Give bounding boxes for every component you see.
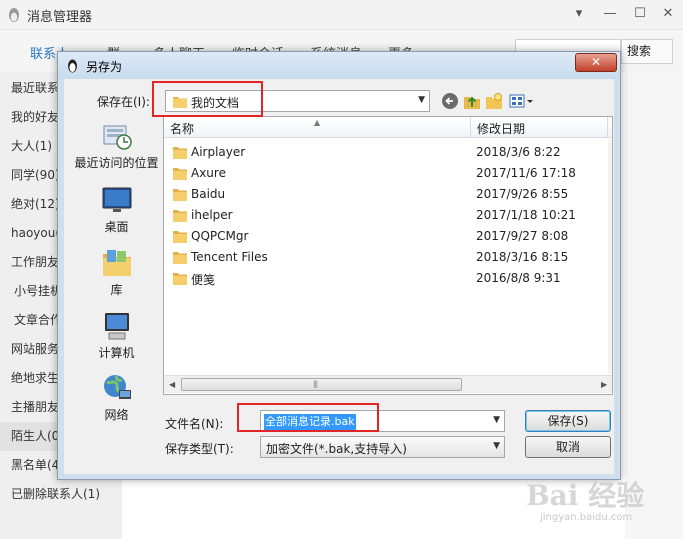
folder-icon [173,147,187,159]
place-label: 库 [110,283,123,297]
chevron-down-icon[interactable]: ▼ [493,415,500,425]
file-type-label: 保存类型(T): [165,442,234,456]
content-right-panel [625,72,683,539]
file-row[interactable]: ihelper 2017/1/18 10:21 [164,205,609,226]
folder-icon [173,210,187,222]
save-button[interactable]: 保存(S) [525,410,611,432]
vertical-scrollbar[interactable] [608,139,612,374]
file-date: 2018/3/16 8:15 [476,250,569,264]
place-label: 最近访问的位置 [74,156,159,170]
place-label: 计算机 [98,346,135,360]
search-button[interactable]: 搜索 [621,39,673,64]
new-folder-icon[interactable] [485,92,503,110]
file-date: 2017/9/27 8:08 [476,229,569,243]
file-row[interactable]: Airplayer 2018/3/6 8:22 [164,142,609,163]
file-name: Airplayer [191,145,246,159]
file-date: 2018/3/6 8:22 [476,145,561,159]
column-header-name[interactable]: 名称 [170,120,194,137]
scroll-right-icon[interactable]: ▶ [601,380,607,389]
qq-penguin-icon [9,8,19,22]
highlight-file-name [237,403,379,432]
column-divider[interactable] [607,117,608,138]
column-divider[interactable] [470,117,471,138]
folder-icon [173,252,187,264]
folder-icon [173,189,187,201]
file-name: Axure [191,166,226,180]
folder-icon [173,273,187,285]
maximize-icon[interactable]: ☐ [629,4,651,24]
minimize-icon[interactable]: — [599,4,621,24]
qq-penguin-icon [68,59,77,73]
highlight-save-location [152,81,263,117]
file-name: Tencent Files [191,250,268,264]
place-recent[interactable]: 最近访问的位置 [68,120,165,182]
cancel-button[interactable]: 取消 [525,436,611,458]
file-list-header: 名称 ▲ 修改日期 [164,117,612,138]
file-row[interactable]: Tencent Files 2018/3/16 8:15 [164,247,609,268]
file-row[interactable]: 便笺 2016/8/8 9:31 [164,268,609,289]
file-name: QQPCMgr [191,229,249,243]
place-library[interactable]: 库 [68,247,165,309]
title-bar: 消息管理器 ▾ — ☐ ✕ [0,0,683,30]
watermark-url: jingyan.baidu.com [540,512,633,523]
place-network[interactable]: 网络 [68,372,165,434]
place-label: 桌面 [104,220,129,234]
back-arrow-icon[interactable] [441,92,459,110]
baidu-jingyan-watermark: Bai 经验 jingyan.baidu.com [526,474,676,534]
file-date: 2017/9/26 8:55 [476,187,569,201]
file-date: 2017/11/6 17:18 [476,166,576,180]
dialog-title-bar: 另存为 ✕ [58,52,620,79]
file-row[interactable]: Baidu 2017/9/26 8:55 [164,184,609,205]
column-header-date[interactable]: 修改日期 [477,120,525,137]
chevron-down-icon: ▼ [418,95,425,105]
scroll-grip-icon: ||| [313,380,318,388]
sort-ascending-icon: ▲ [314,118,321,127]
file-row[interactable]: QQPCMgr 2017/9/27 8:08 [164,226,609,247]
file-date: 2016/8/8 9:31 [476,271,561,285]
place-label: 网络 [104,408,129,422]
file-date: 2017/1/18 10:21 [476,208,576,222]
file-name: Baidu [191,187,226,201]
minimize-to-tray-icon[interactable]: ▾ [568,4,590,24]
window-title: 消息管理器 [27,10,93,25]
file-type-dropdown[interactable]: 加密文件(*.bak,支持导入) ▼ [260,436,505,458]
chevron-down-icon: ▼ [493,441,500,451]
network-globe-icon [104,375,131,399]
contact-group[interactable]: 已删除联系人(1) [0,480,122,509]
view-menu-icon[interactable] [509,92,535,110]
scroll-thumb[interactable]: ||| [181,378,462,391]
file-name: ihelper [191,208,233,222]
desktop-icon [102,187,132,212]
library-icon [103,250,131,276]
dialog-close-button[interactable]: ✕ [575,53,617,72]
file-list: 名称 ▲ 修改日期 Airplayer 2018/3/6 8:22 Axure … [163,116,613,395]
folder-icon [173,168,187,180]
folder-icon [173,231,187,243]
dialog-title: 另存为 [86,60,123,74]
file-type-value: 加密文件(*.bak,支持导入) [266,442,407,456]
horizontal-scrollbar[interactable]: ◀ ||| ▶ [164,375,612,393]
file-name-label: 文件名(N): [165,417,224,431]
file-row[interactable]: Axure 2017/11/6 17:18 [164,163,609,184]
place-computer[interactable]: 计算机 [68,310,165,372]
watermark-logo: Bai 经验 [526,479,645,512]
places-bar: 最近访问的位置 桌面 库 计算机 网络 [68,116,165,449]
save-in-label: 保存在(I): [97,95,150,109]
recent-places-icon [103,125,132,150]
computer-icon [105,313,129,340]
place-desktop[interactable]: 桌面 [68,184,165,246]
file-name: 便笺 [191,273,216,287]
scroll-left-icon[interactable]: ◀ [169,380,175,389]
close-icon[interactable]: ✕ [657,4,679,24]
up-folder-icon[interactable] [463,92,481,110]
